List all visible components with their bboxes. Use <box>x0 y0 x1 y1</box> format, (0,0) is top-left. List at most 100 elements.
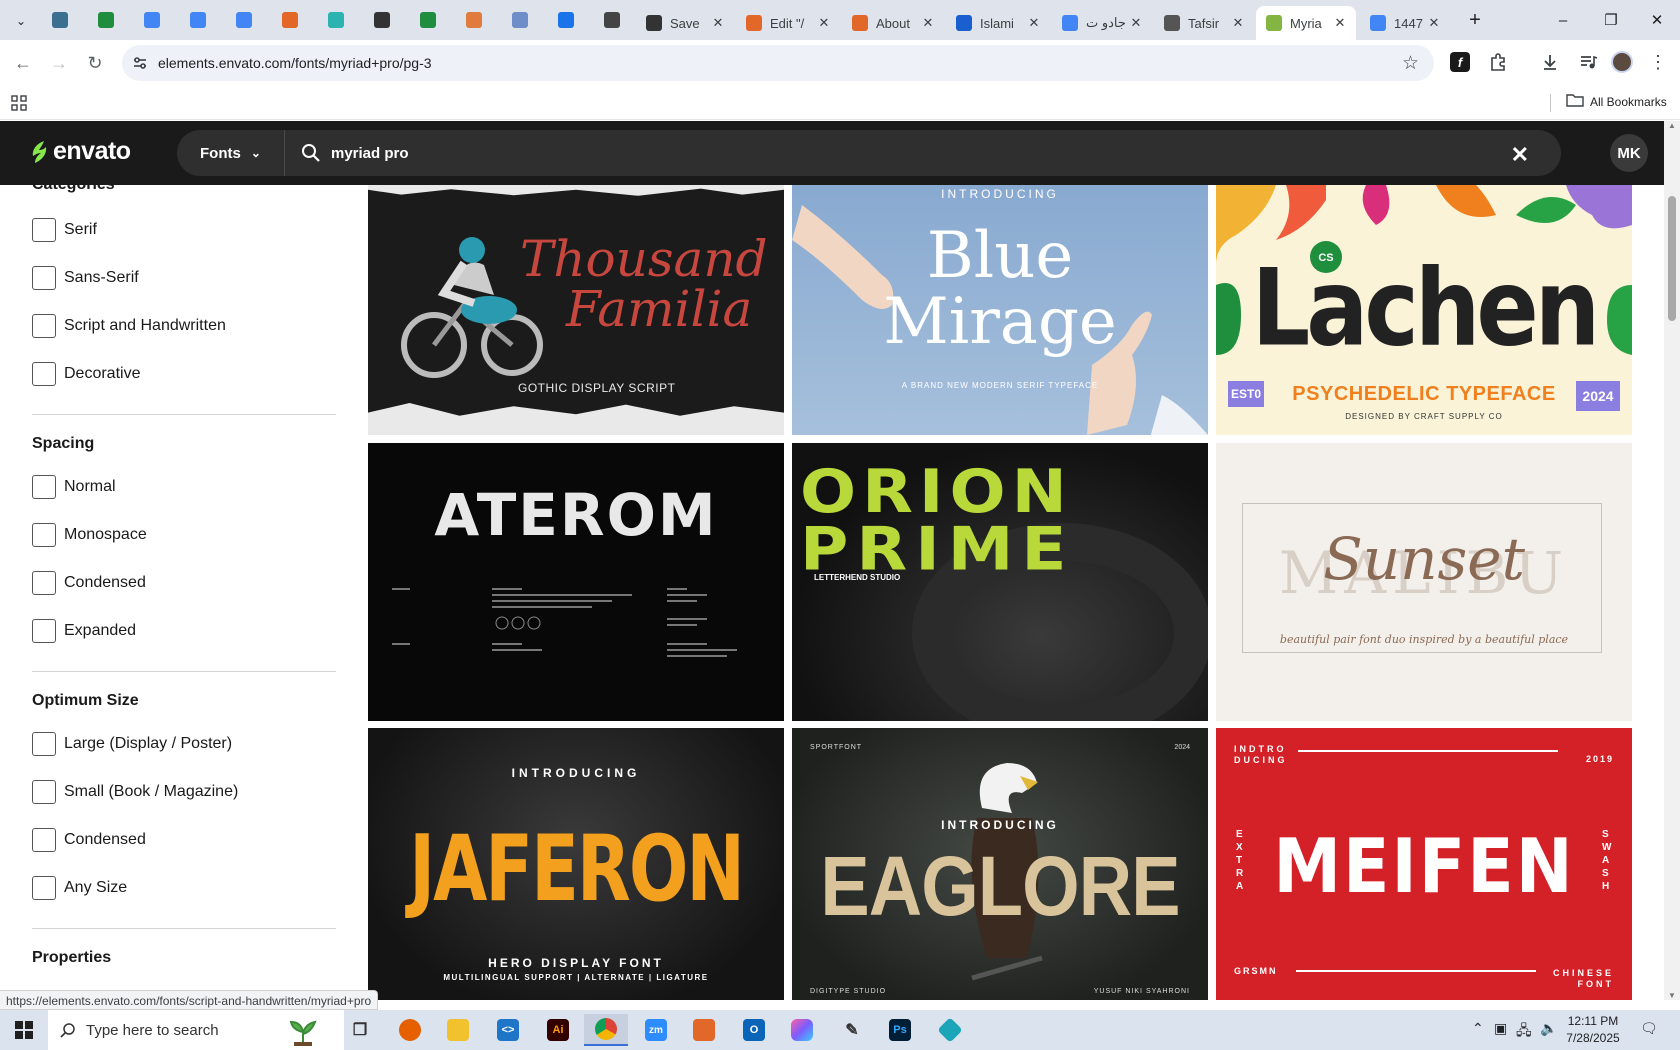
pinned-tab[interactable] <box>234 10 254 30</box>
address-bar[interactable]: elements.envato.com/fonts/myriad+pro/pg-… <box>122 45 1434 81</box>
browser-tab[interactable]: Islami ✕ <box>946 6 1050 40</box>
close-tab-icon[interactable]: ✕ <box>1026 15 1042 31</box>
task-view-icon[interactable]: ❐ <box>338 1014 382 1046</box>
illustrator-icon[interactable]: Ai <box>536 1014 580 1046</box>
pinned-tab[interactable] <box>556 10 576 30</box>
pinned-tab[interactable] <box>96 10 116 30</box>
checkbox[interactable] <box>32 876 56 900</box>
close-tab-icon[interactable]: ✕ <box>920 15 936 31</box>
checkbox[interactable] <box>32 571 56 595</box>
tray-chevron-icon[interactable]: ⌃ <box>1472 1020 1484 1037</box>
browser-tab[interactable]: 1447 ✕ <box>1360 6 1450 40</box>
pinned-tab[interactable] <box>372 10 392 30</box>
filter-option-optimum-size[interactable]: Small (Book / Magazine) <box>32 780 238 804</box>
font-card-sunset-malibu[interactable]: MALIBU Sunset beautiful pair font duo in… <box>1216 443 1632 721</box>
checkbox[interactable] <box>32 475 56 499</box>
pinned-tab[interactable] <box>188 10 208 30</box>
photoshop-icon[interactable]: Ps <box>878 1014 922 1046</box>
minimize-button[interactable]: – <box>1540 6 1586 34</box>
url-text[interactable]: elements.envato.com/fonts/myriad+pro/pg-… <box>158 55 432 71</box>
browser-tab[interactable]: Save ✕ <box>636 6 734 40</box>
browser-tab[interactable]: جادو ت ✕ <box>1052 6 1152 40</box>
reload-button[interactable]: ↻ <box>80 48 110 78</box>
pinned-tab[interactable] <box>50 10 70 30</box>
font-card-eaglore[interactable]: SPORTFONT 2024 INTRODUCING EAGLORE DIGIT… <box>792 728 1208 1000</box>
gradient-app-icon[interactable] <box>780 1014 824 1046</box>
font-card-jaferon[interactable]: INTRODUCING JAFERON HERO DISPLAY FONT MU… <box>368 728 784 1000</box>
diamond-app-icon[interactable] <box>928 1014 972 1046</box>
font-card-aterom[interactable]: ATEROM <box>368 443 784 721</box>
user-avatar[interactable]: MK <box>1610 134 1648 172</box>
scrollbar-thumb[interactable] <box>1668 196 1676 321</box>
close-tab-icon[interactable]: ✕ <box>1128 15 1144 31</box>
page-scrollbar[interactable]: ▲ ▼ <box>1664 121 1680 1000</box>
checkbox[interactable] <box>32 362 56 386</box>
checkbox[interactable] <box>32 314 56 338</box>
filter-option-optimum-size[interactable]: Large (Display / Poster) <box>32 732 232 756</box>
checkbox[interactable] <box>32 218 56 242</box>
filter-option-spacing[interactable]: Condensed <box>32 571 146 595</box>
search-input[interactable]: myriad pro <box>331 145 409 162</box>
browser-tab[interactable]: About ✕ <box>842 6 944 40</box>
tab-search-button[interactable]: ⌄ <box>6 6 36 36</box>
volume-icon[interactable]: 🔈 <box>1540 1020 1557 1037</box>
filter-option-optimum-size[interactable]: Condensed <box>32 828 146 852</box>
filter-option-spacing[interactable]: Expanded <box>32 619 136 643</box>
close-tab-icon[interactable]: ✕ <box>816 15 832 31</box>
checkbox[interactable] <box>32 619 56 643</box>
firefox-icon[interactable] <box>388 1014 432 1046</box>
filter-option-spacing[interactable]: Normal <box>32 475 116 499</box>
download-icon[interactable] <box>1538 50 1562 74</box>
site-info-icon[interactable] <box>130 53 150 73</box>
pinned-tab[interactable] <box>326 10 346 30</box>
extensions-puzzle-icon[interactable] <box>1486 50 1510 74</box>
bookmark-star-icon[interactable]: ☆ <box>1402 52 1419 75</box>
checkbox[interactable] <box>32 732 56 756</box>
forward-button[interactable]: → <box>44 48 74 78</box>
font-card-orion-prime[interactable]: ORION PRIME LETTERHEND STUDIO <box>792 443 1208 721</box>
taskbar-clock[interactable]: 12:11 PM 7/28/2025 <box>1558 1013 1628 1047</box>
tray-device-icon[interactable]: ▣ <box>1494 1020 1507 1037</box>
scroll-down-arrow[interactable]: ▼ <box>1668 991 1676 1000</box>
pinned-tab[interactable] <box>142 10 162 30</box>
pen-tool-icon[interactable]: ✎ <box>830 1014 874 1046</box>
close-window-button[interactable]: ✕ <box>1634 6 1680 34</box>
filter-option-optimum-size[interactable]: Any Size <box>32 876 127 900</box>
close-tab-icon[interactable]: ✕ <box>1426 15 1442 31</box>
close-tab-icon[interactable]: ✕ <box>710 15 726 31</box>
outlook-icon[interactable]: O <box>732 1014 776 1046</box>
font-card-thousand-familia[interactable]: Thousand Familia GOTHIC DISPLAY SCRIPT <box>368 185 784 435</box>
notification-icon[interactable]: 🗨 <box>1640 1020 1658 1037</box>
pinned-tab[interactable] <box>602 10 622 30</box>
filter-option-spacing[interactable]: Monospace <box>32 523 147 547</box>
file-explorer-icon[interactable] <box>436 1014 480 1046</box>
envato-market-icon[interactable] <box>682 1014 726 1046</box>
pinned-tab[interactable] <box>464 10 484 30</box>
scroll-up-arrow[interactable]: ▲ <box>1668 121 1676 130</box>
network-icon[interactable]: 🖧 <box>1516 1020 1532 1044</box>
media-control-icon[interactable] <box>1576 50 1600 74</box>
envato-logo[interactable]: envato <box>30 137 131 166</box>
checkbox[interactable] <box>32 523 56 547</box>
menu-kebab-icon[interactable]: ⋮ <box>1646 50 1670 74</box>
filter-option-categories[interactable]: Serif <box>32 218 97 242</box>
restore-button[interactable]: ❐ <box>1588 6 1634 34</box>
clear-search-icon[interactable]: ✕ <box>1511 142 1529 168</box>
checkbox[interactable] <box>32 780 56 804</box>
font-card-blue-mirage[interactable]: INTRODUCING Blue Mirage A BRAND NEW MODE… <box>792 185 1208 435</box>
font-card-meifen[interactable]: INDTRO DUCING 2019 EXTRA MEIFEN SWASH GR… <box>1216 728 1632 1000</box>
taskbar-search[interactable]: Type here to search <box>48 1010 344 1050</box>
apps-grid-icon[interactable] <box>10 94 28 117</box>
zoom-icon[interactable]: zm <box>634 1014 678 1046</box>
all-bookmarks-button[interactable]: All Bookmarks <box>1566 93 1667 110</box>
filter-option-categories[interactable]: Sans-Serif <box>32 266 139 290</box>
checkbox[interactable] <box>32 828 56 852</box>
browser-tab[interactable]: Edit "/ ✕ <box>736 6 840 40</box>
font-card-lachen[interactable]: CS Lachen EST0 PSYCHEDELIC TYPEFACE 2024… <box>1216 185 1632 435</box>
category-dropdown[interactable]: Fonts ⌄ <box>200 130 285 176</box>
browser-tab[interactable]: Myria ✕ <box>1256 6 1356 40</box>
extension-f-icon[interactable]: f <box>1448 50 1472 74</box>
start-button[interactable] <box>0 1010 48 1050</box>
checkbox[interactable] <box>32 266 56 290</box>
filter-option-categories[interactable]: Script and Handwritten <box>32 314 226 338</box>
